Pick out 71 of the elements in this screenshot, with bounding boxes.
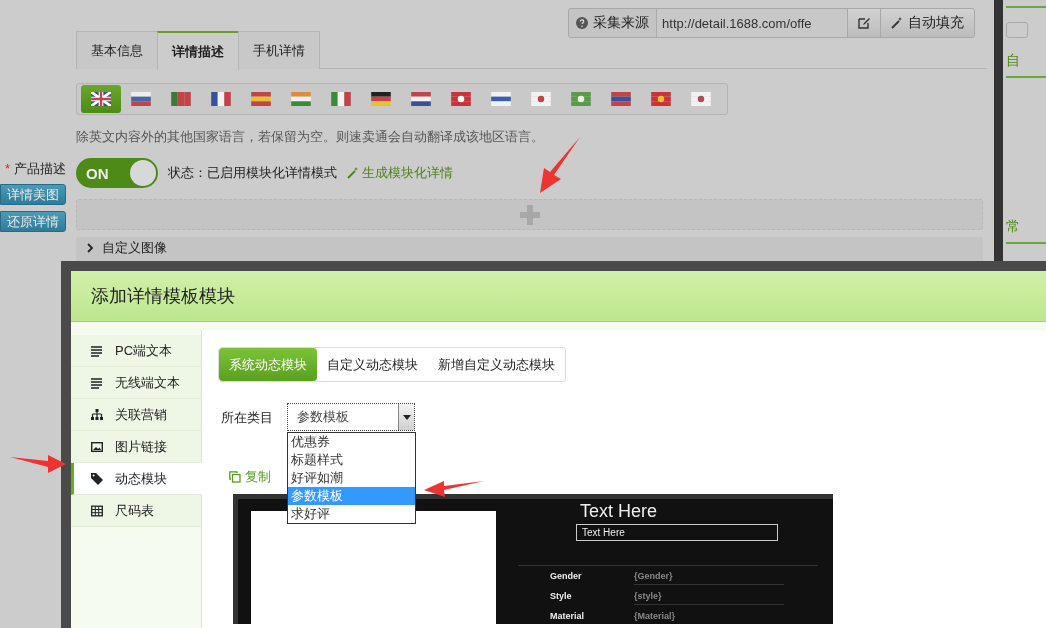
dropdown-option[interactable]: 好评如潮 xyxy=(288,469,415,487)
auto-fill-button[interactable]: 自动填充 xyxy=(880,9,975,37)
edit-icon xyxy=(858,17,871,29)
field-label: * 产品描述 xyxy=(4,160,66,178)
source-label: 采集来源 xyxy=(569,9,657,37)
attribute-name: Material xyxy=(550,611,585,621)
attribute-name: Style xyxy=(550,591,573,601)
menu-item[interactable]: 关联营销 xyxy=(71,399,201,431)
toggle-switch[interactable]: ON xyxy=(76,158,158,188)
annotation-arrow xyxy=(540,137,580,193)
language-button[interactable] xyxy=(81,85,121,113)
flag-icon xyxy=(571,92,591,106)
flag-icon xyxy=(171,92,191,106)
attribute-name: Gender xyxy=(550,571,583,581)
flag-icon xyxy=(491,92,511,106)
tab[interactable]: 基本信息 xyxy=(76,31,158,69)
annotation-arrow xyxy=(424,481,484,497)
caret-icon xyxy=(402,414,411,420)
preview-heading: Text Here xyxy=(580,501,659,522)
dropdown-option[interactable]: 优惠券 xyxy=(288,433,415,451)
hierarchy-icon xyxy=(91,408,103,421)
flag-icon xyxy=(291,92,311,106)
tab[interactable]: 详情描述 xyxy=(157,31,239,70)
status-text: 状态：已启用模块化详情模式 xyxy=(168,164,337,182)
image-icon xyxy=(91,440,103,453)
flag-icon xyxy=(371,92,391,106)
language-hint: 除英文内容外的其他国家语言，若保留为空。则速卖通会自动翻译成该地区语言。 xyxy=(76,128,545,146)
plus-icon xyxy=(519,204,540,225)
dialog-title: 添加详情模板模块 xyxy=(91,285,235,308)
magic-wand-icon xyxy=(891,17,904,29)
copy-link[interactable]: 复制 xyxy=(229,468,271,486)
side-text: 常 xyxy=(1006,218,1021,236)
field-label: 所在类目 xyxy=(221,409,273,427)
chevron-icon xyxy=(86,243,94,253)
tab[interactable]: 手机详情 xyxy=(238,31,320,69)
copy-icon xyxy=(229,471,241,483)
module-title: 自定义图像 xyxy=(86,239,167,257)
text-lines-icon xyxy=(91,344,103,357)
attribute-value: {Material} xyxy=(634,607,784,624)
menu-item[interactable]: 动态模块 xyxy=(71,463,202,495)
flag-icon xyxy=(611,92,631,106)
help-icon xyxy=(576,17,589,29)
menu-item[interactable]: PC端文本 xyxy=(71,335,201,367)
annotation-arrow xyxy=(10,455,66,473)
category-select[interactable]: 参数模板 xyxy=(287,403,415,431)
flag-icon xyxy=(331,92,351,106)
url-field[interactable]: http://detail.1688.com/offe xyxy=(656,9,848,37)
menu-item[interactable]: 图片链接 xyxy=(71,431,201,463)
magic-wand-icon xyxy=(347,167,359,179)
flag-icon xyxy=(131,92,151,106)
side-text: 自 xyxy=(1006,52,1021,70)
attribute-value: {Gender} xyxy=(634,567,784,585)
flag-icon xyxy=(651,92,671,106)
flag-icon xyxy=(691,92,711,106)
menu-item[interactable]: 尺码表 xyxy=(71,495,201,527)
tag-icon xyxy=(91,472,103,485)
edit-button[interactable] xyxy=(847,9,881,37)
attribute-value: {style} xyxy=(634,587,784,605)
text-lines-icon xyxy=(91,376,103,389)
flag-icon xyxy=(531,92,551,106)
input-field[interactable] xyxy=(1006,22,1028,38)
flag-icon xyxy=(91,92,111,106)
dropdown-option[interactable]: 求好评 xyxy=(288,505,415,523)
flag-icon xyxy=(411,92,431,106)
menu-item[interactable]: 无线端文本 xyxy=(71,367,201,399)
dropdown-option[interactable]: 标题样式 xyxy=(288,451,415,469)
flag-icon xyxy=(451,92,471,106)
preview-field: Text Here xyxy=(576,524,778,541)
table-icon xyxy=(91,504,103,517)
flag-icon xyxy=(251,92,271,106)
flag-icon xyxy=(211,92,231,106)
